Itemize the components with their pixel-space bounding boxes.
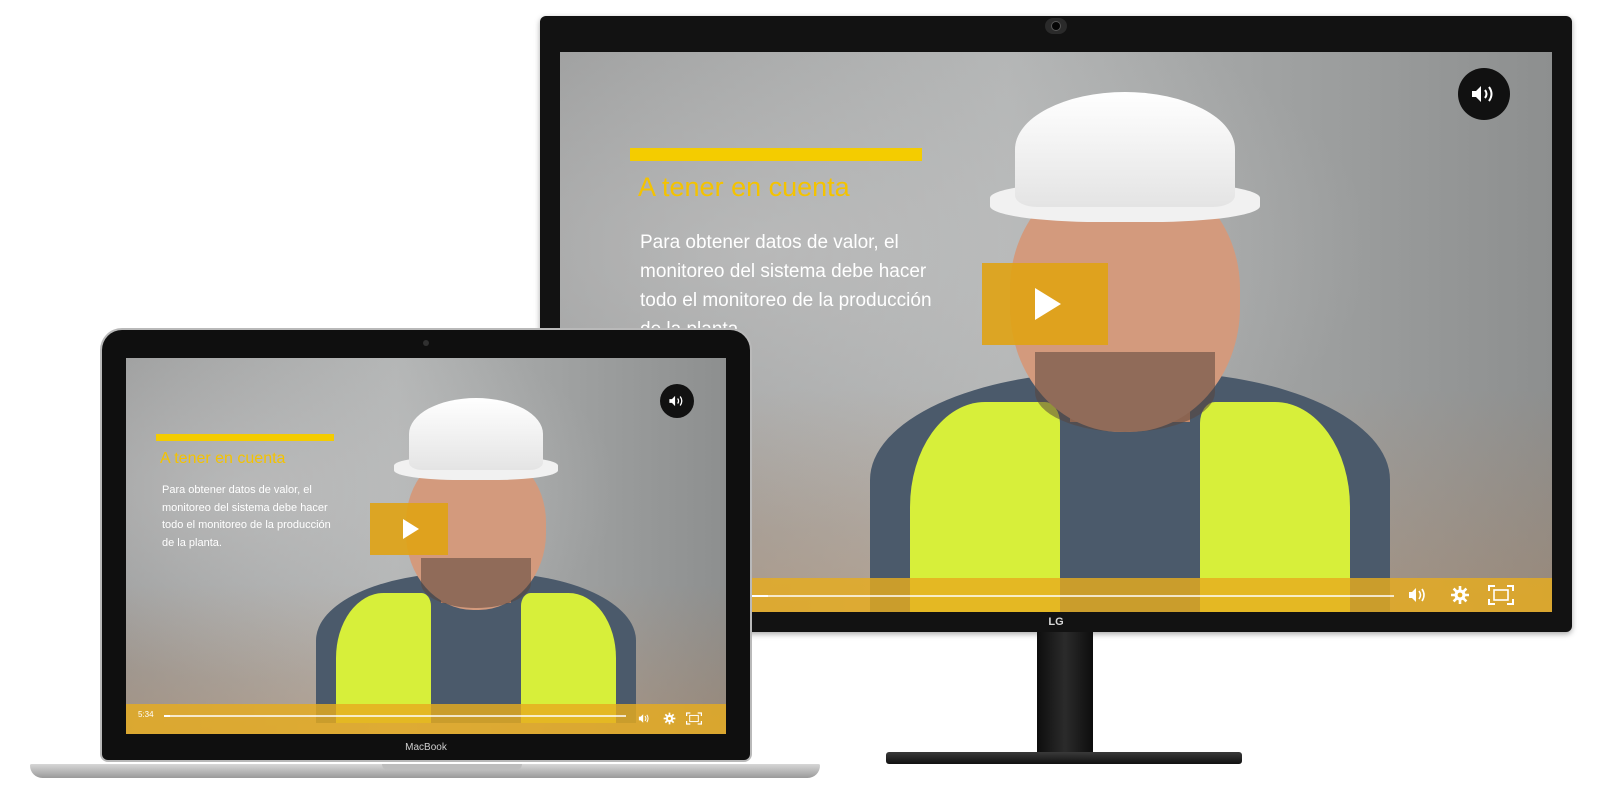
volume-icon — [1472, 86, 1493, 102]
progress-track[interactable] — [164, 715, 626, 717]
volume-icon[interactable] — [638, 713, 652, 724]
monitor-stand-neck — [1037, 632, 1093, 756]
webcam-icon — [1045, 18, 1067, 34]
play-button[interactable] — [982, 263, 1108, 345]
overlay-body-text: Para obtener datos de valor, el monitore… — [162, 484, 331, 549]
monitor-stand-base — [886, 752, 1242, 764]
title-accent-bar — [630, 148, 922, 161]
sound-button[interactable] — [1458, 68, 1510, 120]
time-label: 5:34 — [138, 710, 154, 719]
laptop-camera-icon — [423, 340, 429, 346]
volume-icon[interactable] — [1408, 586, 1430, 604]
laptop-brand-label: MacBook — [405, 742, 447, 753]
title-accent-bar — [156, 434, 334, 441]
volume-icon — [669, 395, 683, 407]
progress-fill — [164, 715, 170, 717]
sound-button[interactable] — [660, 384, 694, 418]
overlay-title: A tener en cuenta — [638, 172, 850, 202]
laptop-opening-notch — [382, 764, 522, 770]
play-icon — [1035, 288, 1061, 320]
presenter-figure — [306, 388, 646, 723]
laptop-lid: A tener en cuenta Para obtener datos de … — [102, 330, 750, 760]
player-control-bar: 5:34 — [126, 704, 726, 734]
overlay-title: A tener en cuenta — [160, 450, 286, 467]
fullscreen-icon[interactable] — [1488, 585, 1514, 605]
progress-track[interactable] — [738, 595, 1394, 597]
fullscreen-icon[interactable] — [686, 712, 702, 725]
gear-icon[interactable] — [1450, 585, 1470, 605]
play-button[interactable] — [370, 503, 448, 555]
play-icon — [403, 519, 419, 539]
laptop-screen: A tener en cuenta Para obtener datos de … — [126, 358, 726, 734]
video-player[interactable]: A tener en cuenta Para obtener datos de … — [126, 358, 726, 734]
overlay-body-text: Para obtener datos de valor, el monitore… — [640, 232, 932, 340]
gear-icon[interactable] — [663, 712, 676, 725]
laptop-base — [30, 764, 820, 778]
